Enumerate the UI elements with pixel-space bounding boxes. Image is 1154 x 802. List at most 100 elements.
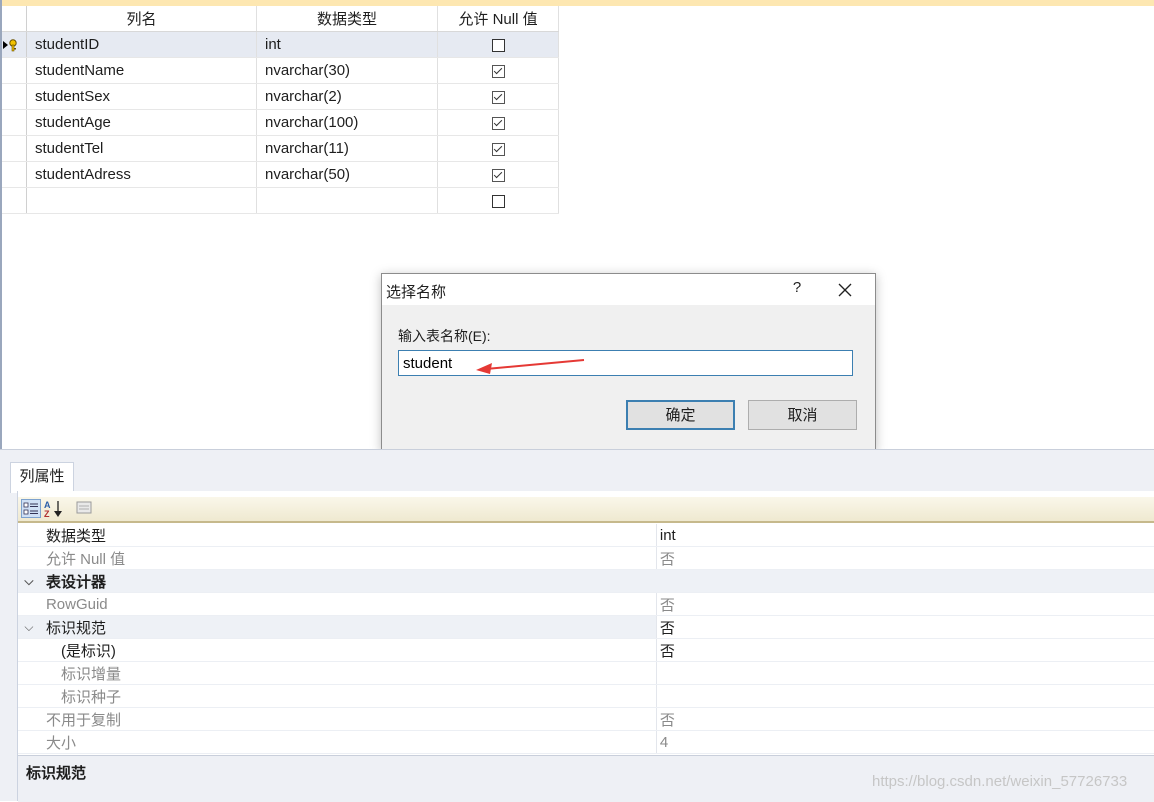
grid-header-row: 列名 数据类型 允许 Null 值 xyxy=(0,6,559,32)
column-name-cell[interactable]: studentAdress xyxy=(26,161,257,188)
table-row[interactable]: studentAge nvarchar(100) xyxy=(0,109,559,136)
data-type-cell[interactable]: nvarchar(30) xyxy=(256,57,438,84)
property-row[interactable]: (是标识) 否 xyxy=(18,638,1154,662)
property-value[interactable]: 否 xyxy=(656,546,1154,570)
allow-null-header[interactable]: 允许 Null 值 xyxy=(437,6,559,32)
property-name: 标识种子 xyxy=(60,688,121,706)
allow-null-checkbox[interactable] xyxy=(491,194,505,208)
watermark: https://blog.csdn.net/weixin_57726733 xyxy=(872,773,1128,790)
left-edge-line xyxy=(0,0,2,450)
property-pages-icon xyxy=(76,501,92,514)
property-value[interactable]: 否 xyxy=(656,615,1154,639)
allow-null-checkbox[interactable] xyxy=(491,90,505,104)
row-selector[interactable] xyxy=(0,161,27,188)
property-row[interactable]: 不用于复制 否 xyxy=(18,707,1154,731)
column-name-cell[interactable]: studentTel xyxy=(26,135,257,162)
cancel-button[interactable]: 取消 xyxy=(748,400,857,430)
data-type-cell[interactable] xyxy=(256,187,438,214)
allow-null-cell[interactable] xyxy=(437,83,559,110)
data-type-header[interactable]: 数据类型 xyxy=(256,6,438,32)
column-name-cell[interactable]: studentName xyxy=(26,57,257,84)
row-selector-header xyxy=(0,6,27,32)
ok-button[interactable]: 确定 xyxy=(626,400,735,430)
column-name-cell[interactable]: studentID xyxy=(26,31,257,58)
collapse-chevron-icon[interactable]: ⌵ xyxy=(18,615,40,639)
property-row[interactable]: 大小 4 xyxy=(18,730,1154,754)
property-name: 标识增量 xyxy=(60,665,121,683)
data-type-cell[interactable]: nvarchar(11) xyxy=(256,135,438,162)
primary-key-icon xyxy=(0,38,20,52)
close-icon xyxy=(838,283,852,297)
data-type-cell[interactable]: nvarchar(50) xyxy=(256,161,438,188)
table-row[interactable]: studentAdress nvarchar(50) xyxy=(0,161,559,188)
data-type-cell[interactable]: nvarchar(2) xyxy=(256,83,438,110)
choose-name-dialog: 选择名称 ? 输入表名称(E): 确定 取消 xyxy=(381,273,876,451)
table-name-input[interactable] xyxy=(398,350,853,376)
table-row[interactable]: studentID int xyxy=(0,31,559,58)
allow-null-checkbox[interactable] xyxy=(491,142,505,156)
table-row[interactable]: studentSex nvarchar(2) xyxy=(0,83,559,110)
categorized-view-button[interactable] xyxy=(21,499,41,518)
property-value[interactable]: int xyxy=(656,524,1154,547)
svg-text:Z: Z xyxy=(44,509,50,518)
red-arrow-annotation xyxy=(476,359,585,374)
close-button[interactable] xyxy=(830,278,860,302)
allow-null-cell[interactable] xyxy=(437,187,559,214)
column-name-cell[interactable] xyxy=(26,187,257,214)
collapse-chevron-icon[interactable]: ⌵ xyxy=(18,569,40,593)
allow-null-checkbox[interactable] xyxy=(491,38,505,52)
allow-null-cell[interactable] xyxy=(437,57,559,84)
property-value[interactable] xyxy=(656,684,1154,708)
allow-null-checkbox[interactable] xyxy=(491,168,505,182)
data-type-cell[interactable]: nvarchar(100) xyxy=(256,109,438,136)
column-name-header[interactable]: 列名 xyxy=(26,6,257,32)
row-selector[interactable] xyxy=(0,57,27,84)
row-selector[interactable] xyxy=(0,135,27,162)
allow-null-cell[interactable] xyxy=(437,109,559,136)
category-name: 表设计器 xyxy=(45,573,106,591)
property-category-row[interactable]: ⌵ 表设计器 xyxy=(18,569,1154,593)
alphabetical-view-button[interactable]: A Z xyxy=(43,499,63,519)
property-name: 不用于复制 xyxy=(45,711,121,729)
dialog-title: 选择名称 xyxy=(386,284,447,301)
tab-column-properties[interactable]: 列属性 xyxy=(10,462,74,493)
column-name-cell[interactable]: studentAge xyxy=(26,109,257,136)
allow-null-cell[interactable] xyxy=(437,31,559,58)
property-row-selected[interactable]: ⌵ 标识规范 否 xyxy=(18,615,1154,639)
property-name: 允许 Null 值 xyxy=(45,550,126,568)
property-grid-toolbar: A Z xyxy=(18,497,1154,523)
row-selector[interactable] xyxy=(0,109,27,136)
property-row[interactable]: 数据类型 int xyxy=(18,524,1154,547)
table-row[interactable]: studentName nvarchar(30) xyxy=(0,57,559,84)
allow-null-checkbox[interactable] xyxy=(491,64,505,78)
allow-null-cell[interactable] xyxy=(437,135,559,162)
property-value[interactable]: 否 xyxy=(656,638,1154,662)
property-name: RowGuid xyxy=(45,595,108,613)
sort-az-icon: A Z xyxy=(44,500,62,519)
column-name-cell[interactable]: studentSex xyxy=(26,83,257,110)
data-type-cell[interactable]: int xyxy=(256,31,438,58)
property-row[interactable]: 标识增量 xyxy=(18,661,1154,685)
property-grid: 数据类型 int 允许 Null 值 否 ⌵ 表设计器 RowGuid 否 ⌵ … xyxy=(18,524,1154,754)
row-selector[interactable] xyxy=(0,31,27,58)
property-row[interactable]: 允许 Null 值 否 xyxy=(18,546,1154,570)
new-row[interactable] xyxy=(0,187,559,214)
table-row[interactable]: studentTel nvarchar(11) xyxy=(0,135,559,162)
property-row[interactable]: 标识种子 xyxy=(18,684,1154,708)
property-value[interactable]: 否 xyxy=(656,707,1154,731)
property-pages-button[interactable] xyxy=(75,499,95,518)
property-value[interactable]: 4 xyxy=(656,730,1154,754)
allow-null-cell[interactable] xyxy=(437,161,559,188)
row-selector[interactable] xyxy=(0,83,27,110)
row-selector[interactable] xyxy=(0,187,27,214)
allow-null-checkbox[interactable] xyxy=(491,116,505,130)
property-row[interactable]: RowGuid 否 xyxy=(18,592,1154,616)
property-name: 数据类型 xyxy=(45,527,106,545)
property-description-title: 标识规范 xyxy=(26,765,87,782)
help-button[interactable]: ? xyxy=(782,279,812,301)
table-designer-grid: 列名 数据类型 允许 Null 值 studentID int studentN… xyxy=(0,6,559,214)
property-value[interactable] xyxy=(656,661,1154,685)
property-value[interactable]: 否 xyxy=(656,592,1154,616)
property-name: 大小 xyxy=(45,734,76,752)
categorized-icon xyxy=(23,502,38,515)
